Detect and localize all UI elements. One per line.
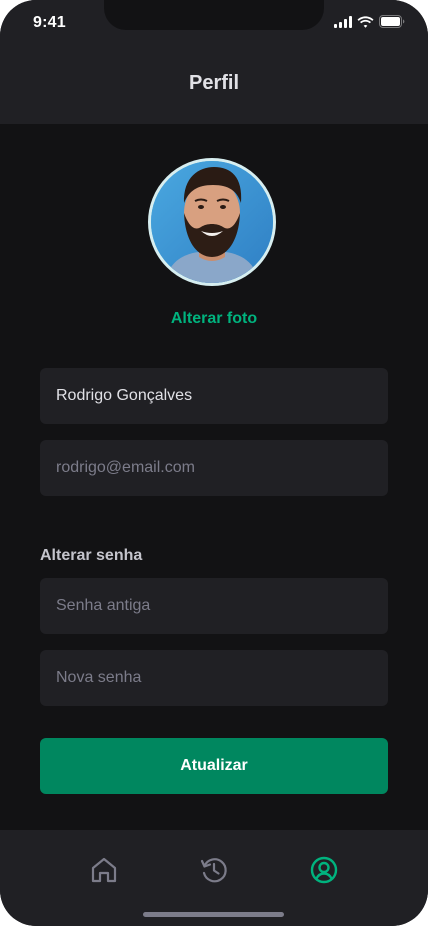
user-circle-icon xyxy=(310,856,338,884)
old-password-field[interactable] xyxy=(40,578,388,634)
name-field[interactable] xyxy=(40,368,388,424)
header: 9:41 Perfil xyxy=(0,0,428,124)
new-password-field[interactable] xyxy=(40,650,388,706)
cellular-signal-icon xyxy=(334,15,352,28)
change-photo-link[interactable]: Alterar foto xyxy=(0,310,428,328)
avatar[interactable] xyxy=(148,158,276,286)
battery-icon xyxy=(379,15,405,28)
wifi-icon xyxy=(357,15,374,28)
page-title: Perfil xyxy=(188,72,240,94)
status-icons xyxy=(334,15,406,28)
tab-home[interactable] xyxy=(88,854,120,886)
home-indicator xyxy=(143,912,284,917)
profile-photo xyxy=(151,161,273,283)
app-screen: 9:41 Perfil Alterar foto Rodrigo Gonçalv… xyxy=(0,0,428,926)
history-icon xyxy=(200,858,227,883)
email-field[interactable] xyxy=(40,440,388,496)
tab-history[interactable] xyxy=(198,854,230,886)
tab-profile[interactable] xyxy=(308,854,340,886)
password-section-title: Alterar senha xyxy=(40,547,143,564)
status-time: 9:41 xyxy=(33,14,66,31)
update-button[interactable]: Atualizar xyxy=(40,738,388,794)
home-icon xyxy=(91,857,117,883)
notch xyxy=(104,0,324,30)
